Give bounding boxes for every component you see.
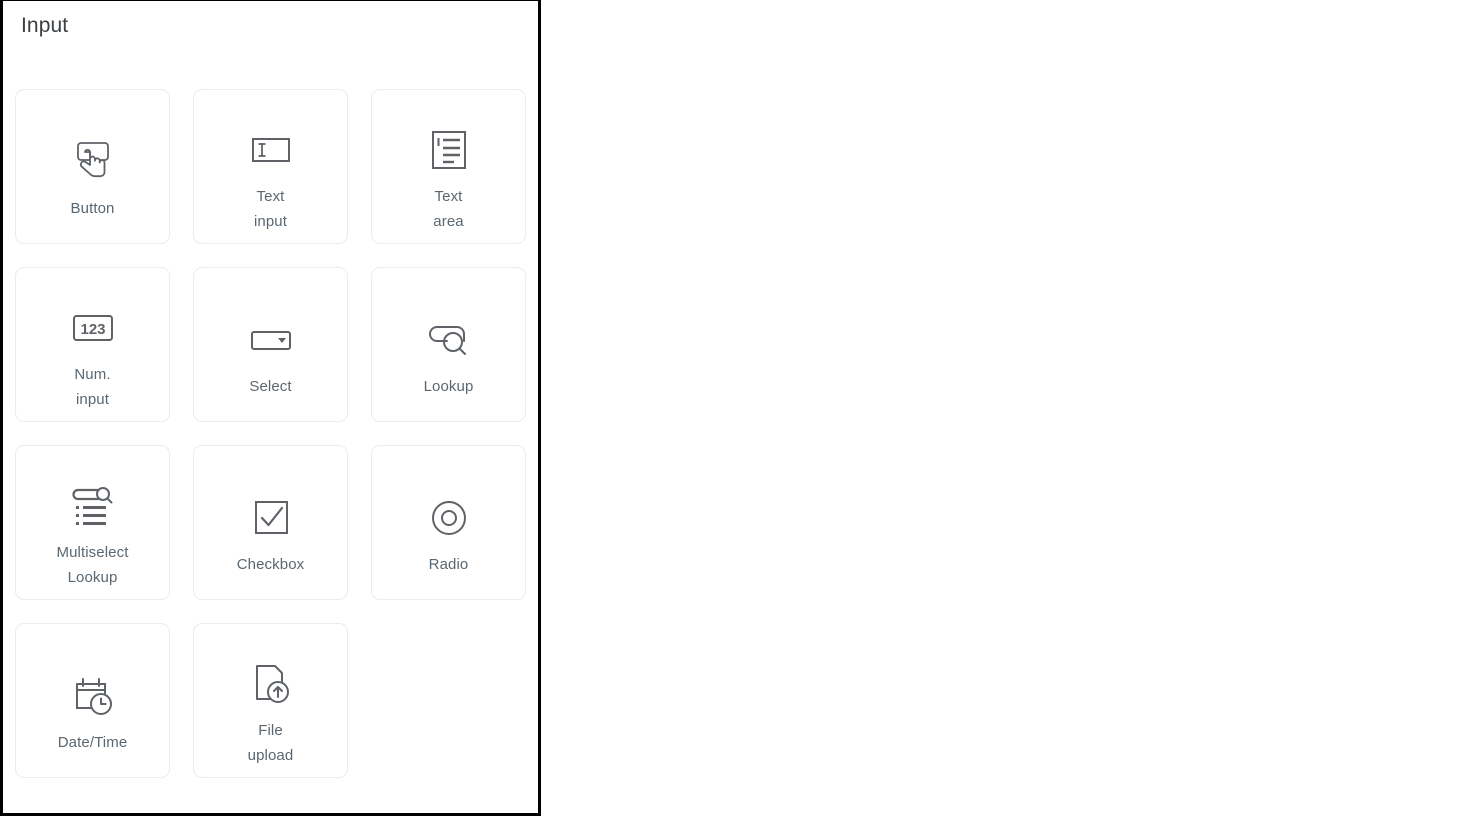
card-text-input[interactable]: Text input: [193, 89, 348, 244]
card-button-body: Button: [16, 116, 169, 243]
page-title: Input: [21, 14, 69, 37]
screen-root: Input Button Text input Text area 123 Nu…: [0, 0, 1464, 816]
card-num-input[interactable]: 123 Num. input: [15, 267, 170, 422]
card-lookup[interactable]: Lookup: [371, 267, 526, 422]
card-text-area-body: Text area: [372, 116, 525, 243]
card-select[interactable]: Select: [193, 267, 348, 422]
calendar-clock-icon: [65, 668, 121, 724]
card-multiselect-lookup-body: Multiselect Lookup: [16, 472, 169, 599]
card-text-input-label: Text input: [253, 187, 288, 230]
card-multiselect-lookup-label: Multiselect Lookup: [56, 543, 129, 586]
number-input-icon: 123: [65, 300, 121, 356]
card-lookup-label: Lookup: [423, 378, 474, 395]
card-text-area-label: Text area: [433, 187, 464, 230]
input-component-grid: Button Text input Text area 123 Num. inp…: [15, 89, 530, 778]
card-num-input-body: 123 Num. input: [16, 294, 169, 421]
radio-button-icon: [421, 490, 477, 546]
text-input-icon: [243, 122, 299, 178]
checkbox-icon: [243, 490, 299, 546]
text-area-icon: [421, 122, 477, 178]
card-select-body: Select: [194, 294, 347, 421]
card-num-input-label: Num. input: [74, 365, 111, 408]
card-select-label: Select: [249, 378, 292, 395]
input-palette-panel: Input Button Text input Text area 123 Nu…: [0, 0, 541, 816]
select-dropdown-icon: [243, 312, 299, 368]
card-radio[interactable]: Radio: [371, 445, 526, 600]
card-button[interactable]: Button: [15, 89, 170, 244]
card-radio-label: Radio: [428, 556, 469, 573]
lookup-search-icon: [421, 312, 477, 368]
card-lookup-body: Lookup: [372, 294, 525, 421]
svg-text:123: 123: [80, 321, 105, 338]
card-file-upload[interactable]: File upload: [193, 623, 348, 778]
card-button-label: Button: [70, 200, 115, 217]
card-multiselect-lookup[interactable]: Multiselect Lookup: [15, 445, 170, 600]
file-upload-icon: [243, 656, 299, 712]
card-checkbox-body: Checkbox: [194, 472, 347, 599]
card-date-time[interactable]: Date/Time: [15, 623, 170, 778]
card-checkbox[interactable]: Checkbox: [193, 445, 348, 600]
card-file-upload-body: File upload: [194, 650, 347, 777]
card-date-time-label: Date/Time: [57, 734, 128, 751]
card-text-area[interactable]: Text area: [371, 89, 526, 244]
card-text-input-body: Text input: [194, 116, 347, 243]
card-checkbox-label: Checkbox: [236, 556, 305, 573]
card-file-upload-label: File upload: [247, 721, 294, 764]
multiselect-lookup-icon: [65, 478, 121, 534]
button-icon: [65, 134, 121, 190]
card-radio-body: Radio: [372, 472, 525, 599]
card-date-time-body: Date/Time: [16, 650, 169, 777]
